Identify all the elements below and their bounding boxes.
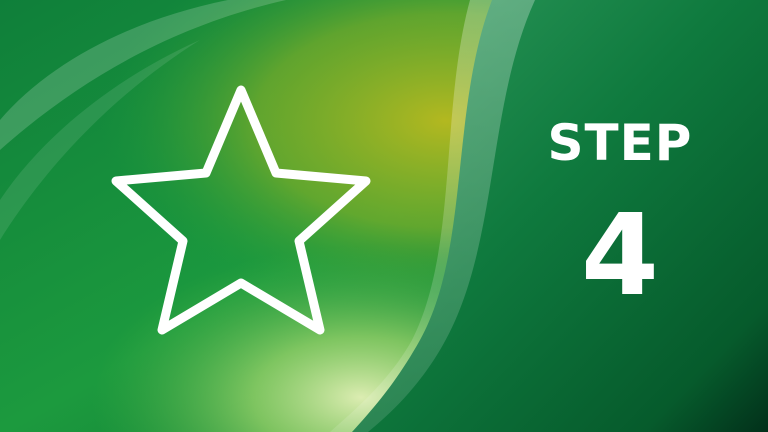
star-outline-icon bbox=[100, 78, 382, 346]
step-number: 4 bbox=[581, 191, 659, 321]
step-label: STEP bbox=[547, 114, 693, 172]
step-slide: STEP 4 bbox=[0, 0, 768, 432]
